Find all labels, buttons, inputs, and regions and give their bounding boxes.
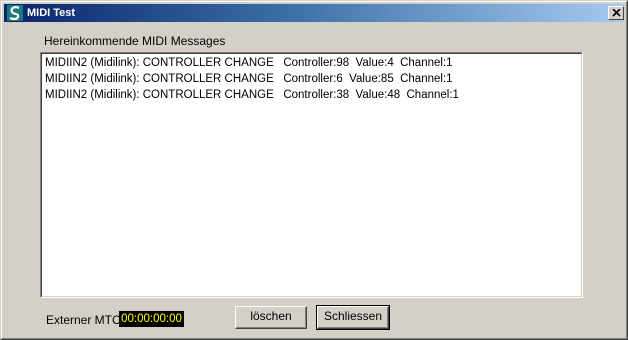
close-icon <box>612 9 621 17</box>
close-button-frame <box>318 307 388 328</box>
list-item[interactable]: MIDIIN2 (Midilink): CONTROLLER CHANGE Co… <box>45 88 459 102</box>
clear-button[interactable]: löschen <box>235 306 307 329</box>
mtc-label: Externer MTC <box>46 313 121 327</box>
window-title: MIDI Test <box>27 7 76 19</box>
list-item[interactable]: MIDIIN2 (Midilink): CONTROLLER CHANGE Co… <box>45 72 453 86</box>
app-logo-icon <box>7 5 23 21</box>
window-frame: MIDI Test Hereinkommende MIDI Messages M… <box>1 1 627 339</box>
close-button[interactable]: Schliessen <box>316 305 390 330</box>
title-bar[interactable]: MIDI Test <box>4 4 624 22</box>
close-window-button[interactable] <box>608 6 624 20</box>
midi-messages-list-frame: MIDIIN2 (Midilink): CONTROLLER CHANGE Co… <box>41 53 582 297</box>
list-item[interactable]: MIDIIN2 (Midilink): CONTROLLER CHANGE Co… <box>45 56 453 70</box>
mtc-display: 00:00:00:00 <box>119 311 184 327</box>
messages-label: Hereinkommende MIDI Messages <box>44 34 226 48</box>
clear-button-frame <box>236 307 306 328</box>
midi-messages-list[interactable]: MIDIIN2 (Midilink): CONTROLLER CHANGE Co… <box>39 51 584 299</box>
midi-test-window: MIDI Test Hereinkommende MIDI Messages M… <box>0 0 628 340</box>
